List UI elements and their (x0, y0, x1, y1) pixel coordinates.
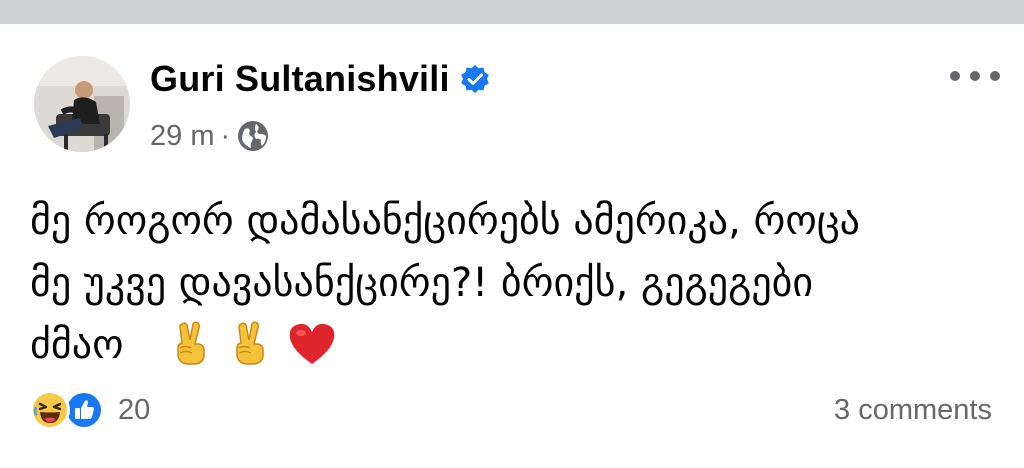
victory-hand-emoji (171, 320, 211, 384)
more-options-icon (970, 71, 980, 81)
post-timestamp[interactable]: 29 m (150, 120, 214, 153)
reaction-icons (30, 390, 114, 430)
facebook-post: Guri Sultanishvili 29 m · მე როგორ დამას… (0, 24, 1024, 468)
haha-reaction-icon (30, 390, 70, 430)
victory-hand-emoji (230, 320, 270, 384)
reaction-count: 20 (118, 393, 151, 426)
avatar-photo (34, 56, 130, 152)
meta-separator: · (220, 119, 231, 152)
more-options-button[interactable] (950, 64, 1000, 88)
author-name[interactable]: Guri Sultanishvili (150, 58, 450, 100)
feed-divider (0, 0, 1024, 24)
like-reaction-icon (64, 390, 104, 430)
red-heart-emoji (288, 322, 336, 384)
post-meta: 29 m · (150, 116, 270, 156)
globe-icon[interactable] (236, 119, 270, 153)
avatar[interactable] (34, 56, 130, 152)
comments-count-link[interactable]: 3 comments (834, 390, 992, 430)
post-text-line: მე უკვე დავასანქცირე?! ბრიქს, გეგეგები (30, 260, 814, 306)
post-text-line: მე როგორ დამასანქცირებს ამერიკა, როცა (30, 198, 860, 244)
post-text-line: ძმაო (30, 322, 124, 368)
post-body: მე როგორ დამასანქცირებს ამერიკა, როცა მე… (30, 190, 990, 384)
post-text-line-last: ძმაო (30, 314, 990, 384)
more-options-icon (990, 71, 1000, 81)
author-header: Guri Sultanishvili (150, 54, 490, 104)
more-options-icon (950, 71, 960, 81)
reactions-summary[interactable]: 20 (30, 390, 150, 430)
verified-badge-icon (460, 64, 490, 94)
